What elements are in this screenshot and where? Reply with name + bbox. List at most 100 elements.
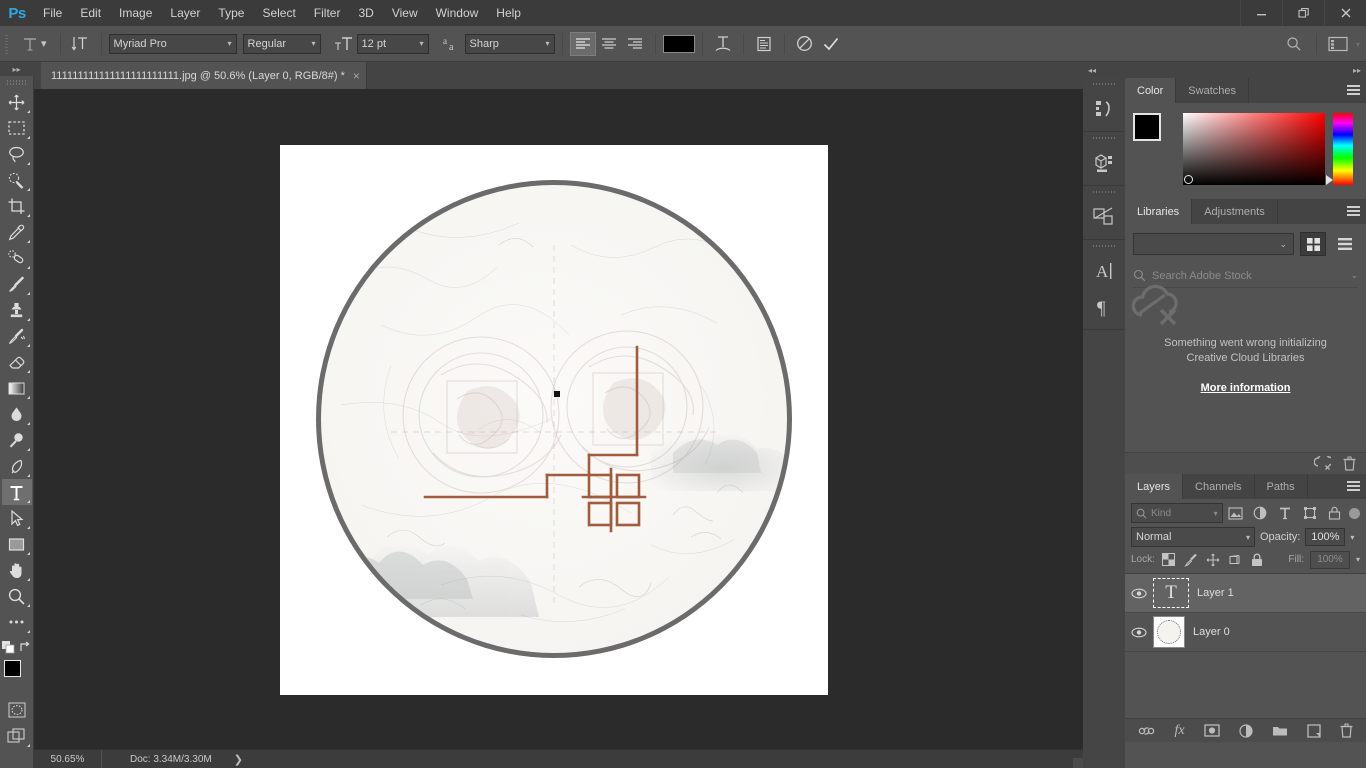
brush-tool[interactable] [2,271,32,297]
search-icon[interactable] [1281,32,1307,56]
character-paragraph-panels-icon[interactable] [751,32,777,56]
font-size-select[interactable]: 12 pt ▾ [357,34,429,54]
menu-layer[interactable]: Layer [161,0,209,26]
minimize-icon[interactable] [1240,0,1282,26]
expand-dock-icon[interactable]: ▸▸ [1353,66,1361,75]
history-brush-tool[interactable] [2,323,32,349]
character-panel-icon[interactable]: A [1083,253,1125,289]
foreground-color-swatch[interactable] [4,660,21,677]
adjustment-filter-icon[interactable] [1248,502,1273,524]
restore-icon[interactable] [1282,0,1324,26]
rail-grip[interactable] [1093,136,1115,143]
screen-mode-icon[interactable] [2,723,32,749]
color-panel-swatches[interactable] [1133,113,1175,155]
3d-panel-icon[interactable] [1083,145,1125,181]
anti-alias-select[interactable]: Sharp ▾ [465,34,555,54]
link-layers-icon[interactable] [1138,726,1155,736]
cancel-edits-icon[interactable] [792,32,818,56]
layer-style-icon[interactable]: fx [1174,723,1184,739]
tab-paths[interactable]: Paths [1255,474,1308,499]
close-tab-icon[interactable]: × [353,70,360,82]
zoom-tool[interactable] [2,583,32,609]
warp-text-icon[interactable] [710,32,736,56]
quick-mask-icon[interactable] [2,697,32,723]
horizontal-scrollbar[interactable] [1073,758,1083,768]
search-input[interactable]: Search Adobe Stock [1152,270,1344,282]
font-style-select[interactable]: Regular ▾ [243,34,321,54]
chevron-down-icon[interactable]: ▾ [1356,555,1360,564]
blend-mode-select[interactable]: Normal ▾ [1131,527,1255,547]
search-filter-icon[interactable]: ⌄ [1350,270,1358,281]
tab-swatches[interactable]: Swatches [1176,78,1249,103]
hand-tool[interactable] [2,557,32,583]
active-tool-preset[interactable]: ▾ [15,31,53,57]
tab-libraries[interactable]: Libraries [1125,199,1192,224]
adjustment-layer-icon[interactable] [1239,724,1253,738]
align-center-icon[interactable] [596,32,622,56]
delete-icon[interactable] [1343,456,1356,471]
layer-name[interactable]: Layer 1 [1197,587,1234,599]
eyedropper-tool[interactable] [2,219,32,245]
dodge-tool[interactable] [2,427,32,453]
lock-transparent-pixels-icon[interactable] [1161,552,1177,568]
tab-adjustments[interactable]: Adjustments [1192,199,1278,224]
commit-edits-icon[interactable] [818,32,844,56]
lock-all-icon[interactable] [1249,552,1265,568]
panel-menu-icon[interactable] [1347,78,1360,103]
library-select[interactable]: ⌄ [1133,233,1294,255]
menu-help[interactable]: Help [487,0,530,26]
rectangle-tool[interactable] [2,531,32,557]
pen-tool[interactable] [2,453,32,479]
clone-stamp-tool[interactable] [2,297,32,323]
shape-filter-icon[interactable] [1297,502,1322,524]
menu-view[interactable]: View [383,0,427,26]
layer-filter-kind-select[interactable]: Kind ▾ [1131,503,1223,523]
artboard[interactable] [280,145,828,695]
fill-value[interactable]: 100% [1310,551,1350,569]
tab-channels[interactable]: Channels [1183,474,1254,499]
rail-grip[interactable] [1093,244,1115,251]
properties-panel-icon[interactable] [1083,199,1125,235]
tab-color[interactable]: Color [1125,78,1176,103]
spot-healing-brush-tool[interactable] [2,245,32,271]
table-row[interactable]: Layer 0 [1125,613,1366,652]
expand-toolbar-icon[interactable]: ▸▸ [0,62,34,76]
opacity-value[interactable]: 100% [1305,528,1345,546]
new-layer-icon[interactable] [1307,724,1321,738]
options-bar-grip[interactable] [4,33,11,55]
default-colors-icon[interactable] [2,641,15,654]
menu-window[interactable]: Window [427,0,488,26]
rail-grip[interactable] [1093,190,1115,197]
paragraph-panel-icon[interactable]: ¶ [1083,289,1125,325]
layer-visibility-icon[interactable] [1125,588,1153,599]
workspace-switcher-icon[interactable] [1326,32,1352,56]
panel-menu-icon[interactable] [1347,474,1360,499]
close-icon[interactable] [1324,0,1366,26]
pixel-filter-icon[interactable] [1223,502,1248,524]
gradient-tool[interactable] [2,375,32,401]
menu-file[interactable]: File [34,0,71,26]
rectangular-marquee-tool[interactable] [2,115,32,141]
lock-position-icon[interactable] [1205,552,1221,568]
menu-edit[interactable]: Edit [71,0,110,26]
font-family-select[interactable]: Myriad Pro ▾ [109,34,237,54]
document-tab[interactable]: 111111111111111111111111.jpg @ 50.6% (La… [41,62,367,89]
type-filter-icon[interactable] [1272,502,1297,524]
lasso-tool[interactable] [2,141,32,167]
table-row[interactable]: T Layer 1 [1125,574,1366,613]
color-panel-foreground-swatch[interactable] [1133,113,1161,141]
collapse-dock-icon[interactable]: ◂◂ [1088,66,1096,75]
toolbar-grip[interactable] [7,79,27,87]
menu-type[interactable]: Type [209,0,253,26]
edit-toolbar-tool[interactable] [2,609,32,635]
color-field[interactable] [1183,113,1325,185]
zoom-level[interactable]: 50.65% [34,750,102,768]
layer-mask-icon[interactable] [1204,724,1220,737]
panel-menu-icon[interactable] [1347,199,1360,224]
crop-tool[interactable] [2,193,32,219]
path-selection-tool[interactable] [2,505,32,531]
move-tool[interactable] [2,89,32,115]
eraser-tool[interactable] [2,349,32,375]
blur-tool[interactable] [2,401,32,427]
align-right-icon[interactable] [622,32,648,56]
